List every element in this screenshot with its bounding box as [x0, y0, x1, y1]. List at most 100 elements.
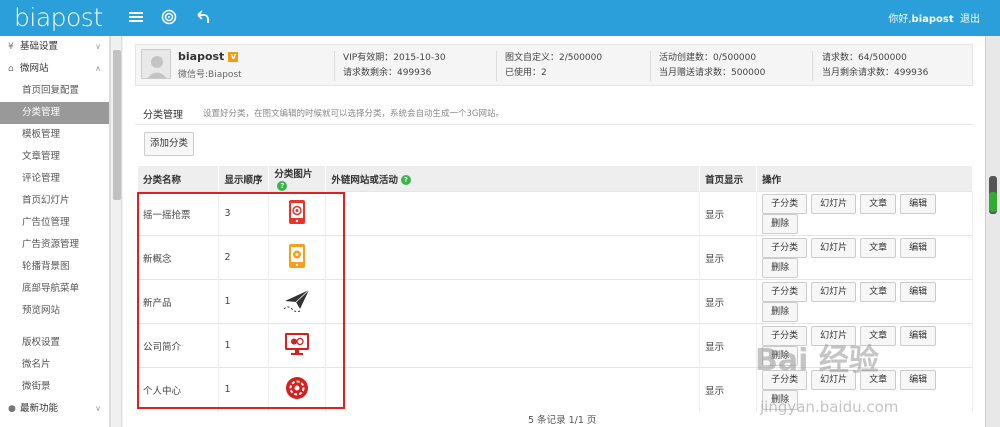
cell-order: 1: [218, 323, 270, 368]
col-header-name: 分类名称: [138, 166, 220, 192]
account-name: biapost V: [178, 50, 239, 63]
col-header-link-label: 外链网站或活动: [331, 174, 398, 186]
paper-plane-icon: [284, 289, 310, 313]
bulb-icon: ●: [8, 404, 16, 414]
delete-button[interactable]: 删除: [762, 301, 799, 322]
slideshow-button[interactable]: 幻灯片: [811, 281, 857, 302]
edit-button[interactable]: 编辑: [900, 325, 937, 346]
sub-category-button[interactable]: 子分类: [762, 193, 808, 214]
sub-category-button[interactable]: 子分类: [762, 237, 808, 258]
cell-pic: [268, 191, 327, 236]
sidebar-item[interactable]: 版权设置: [0, 332, 109, 354]
edit-button[interactable]: 编辑: [900, 237, 937, 258]
table-row: 摇一摇抢票 3 显示 子分类 幻灯片 文章 编辑删除: [138, 191, 973, 236]
sidebar-group-new[interactable]: ● 最新功能 ∨: [0, 398, 109, 420]
cell-ops: 子分类 幻灯片 文章 编辑删除: [756, 191, 973, 236]
activity-count: 活动创建数：0/500000: [659, 53, 757, 63]
logo[interactable]: biapost: [14, 3, 103, 32]
monitor-icon: [285, 333, 310, 355]
article-button[interactable]: 文章: [860, 193, 897, 214]
cell-pic: [268, 235, 327, 280]
menu-icon[interactable]: [128, 9, 144, 25]
table-header-row: 分类名称 显示顺序 分类图片? 外链网站或活动? 首页显示 操作: [138, 166, 973, 192]
stat-column-text: 图文自定义：2/500000 已使用：2: [505, 51, 602, 81]
user-area: 你好,biapost 退出: [888, 10, 980, 25]
cell-order: 2: [218, 235, 270, 280]
slideshow-button[interactable]: 幻灯片: [811, 193, 857, 214]
target-icon[interactable]: [161, 9, 177, 25]
sidebar-item[interactable]: 模板管理: [0, 124, 109, 146]
window-scrollbar[interactable]: [985, 36, 1000, 427]
edit-button[interactable]: 编辑: [900, 193, 937, 214]
help-icon[interactable]: ?: [400, 175, 411, 185]
sidebar-group-basic[interactable]: ¥ 基础设置 ∨: [0, 36, 109, 58]
sidebar-item[interactable]: 首页幻灯片: [0, 190, 109, 212]
vip-badge: V: [228, 52, 239, 62]
sidebar-item[interactable]: 首页回复配置: [0, 80, 109, 102]
month-requests-left: 当月剩余请求数：499936: [822, 68, 929, 78]
add-category-button[interactable]: 添加分类: [144, 132, 194, 156]
phone-shake-icon: [289, 200, 306, 224]
col-header-ops: 操作: [756, 166, 973, 192]
col-header-home: 首页显示: [699, 166, 758, 192]
col-header-pic: 分类图片?: [268, 166, 327, 192]
sidebar-item[interactable]: 评论管理: [0, 168, 109, 190]
sidebar-item[interactable]: 微街景: [0, 376, 109, 398]
delete-button[interactable]: 删除: [762, 213, 799, 234]
sidebar-group-label: 基础设置: [20, 41, 59, 52]
cell-order: 3: [218, 191, 270, 236]
cell-link: [325, 191, 701, 236]
col-header-pic-label: 分类图片: [274, 169, 313, 180]
request-count: 请求数：64/500000: [822, 53, 907, 63]
sidebar: ¥ 基础设置 ∨ ⌂ 微网站 ∧ 首页回复配置 分类管理 模板管理 文章管理 评论管…: [0, 36, 110, 427]
sidebar-item[interactable]: 轮播背景图: [0, 256, 109, 278]
gear-red-icon: [286, 377, 309, 400]
greeting-text: 你好,: [888, 14, 912, 25]
sub-category-button[interactable]: 子分类: [762, 281, 808, 302]
logout-link[interactable]: 退出: [960, 14, 980, 25]
sidebar-item[interactable]: 预览网站: [0, 300, 109, 322]
sidebar-item[interactable]: 广告位管理: [0, 212, 109, 234]
article-button[interactable]: 文章: [860, 237, 897, 258]
edit-button[interactable]: 编辑: [900, 281, 937, 302]
sidebar-scroll-thumb[interactable]: [113, 50, 121, 200]
divider: [334, 51, 335, 81]
cell-ops: 子分类 幻灯片 文章 编辑删除: [756, 279, 973, 324]
section-description: 设置好分类，在图文编辑的时候就可以选择分类，系统会自动生成一个3G网站。: [203, 109, 504, 119]
sidebar-item-active[interactable]: 分类管理: [0, 102, 109, 124]
cell-link: [325, 323, 701, 368]
sidebar-item[interactable]: 文章管理: [0, 146, 109, 168]
cell-pic: [268, 279, 327, 324]
sidebar-item[interactable]: 底部导航菜单: [0, 278, 109, 300]
cell-name: 个人中心: [138, 367, 220, 412]
sidebar-item[interactable]: 微名片: [0, 354, 109, 376]
article-button[interactable]: 文章: [860, 281, 897, 302]
sidebar-group-site[interactable]: ⌂ 微网站 ∧: [0, 58, 109, 80]
cell-name: 新产品: [138, 279, 220, 324]
divider: [496, 51, 497, 81]
cell-home: 显示: [699, 279, 758, 324]
divider: [650, 51, 651, 81]
delete-button[interactable]: 删除: [762, 257, 799, 278]
slideshow-button[interactable]: 幻灯片: [811, 237, 857, 258]
custom-text-count: 图文自定义：2/500000: [505, 53, 603, 63]
col-header-link: 外链网站或活动?: [325, 166, 701, 192]
cell-pic: [268, 367, 327, 412]
sidebar-scrollbar[interactable]: [110, 36, 122, 427]
cell-link: [325, 235, 701, 280]
user-silhouette-icon: [142, 50, 170, 78]
window-scroll-indicator: [989, 192, 997, 212]
cell-home: 显示: [699, 235, 758, 280]
account-info-bar: biapost V 微信号:Biapost VIP有效期：2015-10-30 请…: [135, 44, 973, 86]
sidebar-item[interactable]: 广告资源管理: [0, 234, 109, 256]
wechat-id: 微信号:Biapost: [178, 70, 242, 80]
divider: [135, 124, 973, 125]
table-row: 新产品 1 显示 子分类 幻灯片 文章 编辑删除: [138, 279, 973, 324]
cell-order: 1: [218, 279, 270, 324]
back-icon[interactable]: [194, 9, 210, 25]
help-icon[interactable]: ?: [277, 180, 288, 191]
tools-icon: ¥: [8, 42, 14, 52]
cell-home: 显示: [699, 367, 758, 412]
username: biapost: [911, 14, 954, 25]
edit-button[interactable]: 编辑: [900, 369, 937, 390]
